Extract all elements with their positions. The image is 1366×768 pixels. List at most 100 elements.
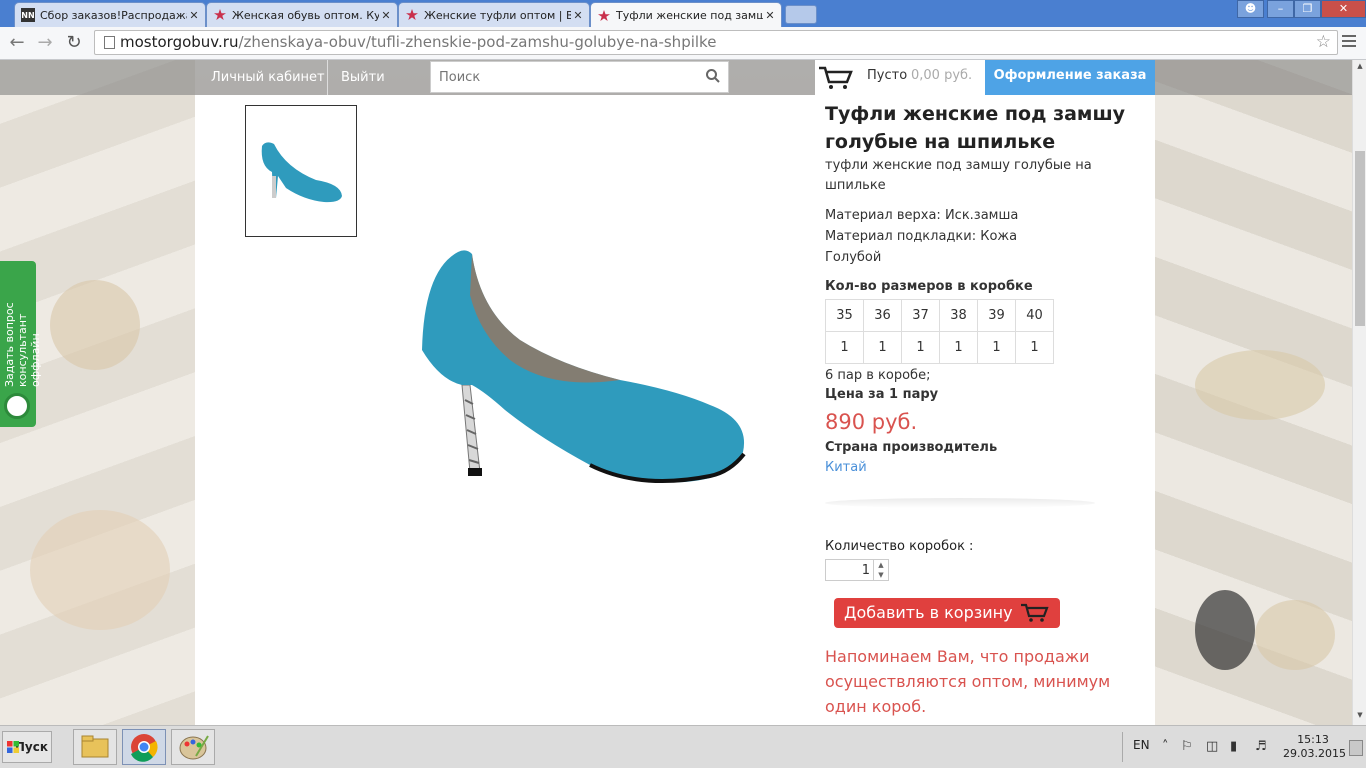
- cart-empty-label: Пусто: [867, 68, 908, 83]
- page-icon: [104, 36, 115, 49]
- spin-buttons[interactable]: ▲ ▼: [873, 560, 888, 580]
- device-icon[interactable]: ◫: [1206, 739, 1218, 754]
- product-color: Голубой: [825, 250, 882, 265]
- search-icon[interactable]: [706, 69, 720, 83]
- search-box: [430, 61, 729, 93]
- product-subtitle: туфли женские под замшу голубые на шпиль…: [825, 158, 1092, 193]
- browser-tab-strip: NN Сбор заказов!Распродажа дешево ✕ Женс…: [0, 0, 1366, 28]
- volume-icon[interactable]: ♬: [1255, 739, 1267, 754]
- background-photo-right: [1155, 60, 1352, 725]
- add-to-cart-label: Добавить в корзину: [844, 603, 1013, 622]
- size-cell: 37: [901, 299, 940, 332]
- scroll-up-icon[interactable]: ▲: [1353, 62, 1366, 74]
- url-text: mostorgobuv.ru/zhenskaya-obuv/tufli-zhen…: [120, 31, 716, 54]
- size-cell: 40: [1015, 299, 1054, 332]
- windows-logo-icon: [7, 741, 19, 753]
- checkout-button[interactable]: Оформление заказа: [985, 60, 1155, 95]
- new-tab-button[interactable]: [785, 5, 817, 24]
- close-tab-icon[interactable]: ✕: [763, 9, 777, 22]
- start-button[interactable]: Пуск: [2, 731, 52, 763]
- pairs-per-box: 6 пар в коробе;: [825, 368, 931, 383]
- windows-taskbar: Пуск EN ˄ ⚐ ◫ ▮ ♬ 15:13 29.03.2015: [0, 725, 1366, 768]
- logout-link[interactable]: Выйти: [341, 60, 385, 95]
- chrome-icon: [131, 734, 158, 762]
- cart-icon: [819, 66, 853, 89]
- chat-icon: [4, 393, 30, 419]
- cart-icon: [1021, 603, 1049, 622]
- add-to-cart-button[interactable]: Добавить в корзину: [834, 598, 1060, 628]
- tab-title: Сбор заказов!Распродажа дешево: [40, 8, 187, 22]
- wholesale-notice: Напоминаем Вам, что продажи осуществляют…: [825, 647, 1111, 716]
- count-cell: 1: [863, 331, 902, 364]
- count-cell: 1: [939, 331, 978, 364]
- divider-shadow: [825, 498, 1095, 508]
- star-icon: [597, 9, 611, 23]
- close-tab-icon[interactable]: ✕: [571, 9, 585, 22]
- back-arrow-icon[interactable]: ←: [6, 32, 28, 54]
- star-icon: [405, 8, 419, 22]
- tab-title: Туфли женские под замшу: [616, 9, 763, 22]
- language-indicator[interactable]: EN: [1133, 738, 1150, 752]
- close-window-icon[interactable]: ✕: [1321, 0, 1366, 18]
- site-nav: Личный кабинет Выйти: [195, 60, 815, 95]
- forward-arrow-icon[interactable]: →: [34, 32, 56, 54]
- clock-date: 29.03.2015: [1283, 747, 1346, 760]
- tab-tufli-active[interactable]: Туфли женские под замшу ✕: [590, 2, 782, 28]
- product-info: Туфли женские под замшу голубые на шпиль…: [825, 100, 1135, 479]
- menu-icon[interactable]: [1342, 35, 1356, 50]
- user-icon[interactable]: ☻: [1237, 0, 1264, 18]
- close-tab-icon[interactable]: ✕: [379, 9, 393, 22]
- system-clock[interactable]: 15:13 29.03.2015: [1283, 733, 1346, 761]
- explorer-taskbar-button[interactable]: [73, 729, 117, 765]
- restore-icon[interactable]: ❐: [1294, 0, 1321, 18]
- page-viewport: Личный кабинет Выйти Пусто 0,00 руб. Офо…: [0, 60, 1352, 725]
- count-cell: 1: [1015, 331, 1054, 364]
- scroll-down-icon[interactable]: ▼: [1353, 711, 1366, 723]
- price-label: Цена за 1 пару: [825, 387, 939, 402]
- country-label: Страна производитель: [825, 440, 998, 455]
- search-input[interactable]: [437, 69, 701, 86]
- count-cell: 1: [901, 331, 940, 364]
- sizes-header: Кол-во размеров в коробке: [825, 279, 1033, 294]
- chrome-taskbar-button[interactable]: [122, 729, 166, 765]
- clock-time: 15:13: [1297, 733, 1329, 746]
- url-path: /zhenskaya-obuv/tufli-zhenskie-pod-zamsh…: [238, 33, 717, 51]
- browser-toolbar: ← → ↻ mostorgobuv.ru/zhenskaya-obuv/tufl…: [0, 27, 1366, 60]
- start-label: Пуск: [14, 740, 48, 754]
- close-tab-icon[interactable]: ✕: [187, 9, 201, 22]
- show-desktop-button[interactable]: [1349, 740, 1363, 756]
- scrollbar-thumb[interactable]: [1355, 151, 1365, 326]
- bookmark-star-icon[interactable]: ☆: [1316, 31, 1331, 54]
- tab-title: Женская обувь оптом. Купить: [232, 8, 379, 22]
- material-lining: Материал подкладки: Кожа: [825, 229, 1018, 244]
- product-thumbnail[interactable]: [245, 105, 357, 237]
- product-title: Туфли женские под замшу голубые на шпиль…: [825, 103, 1126, 153]
- address-bar[interactable]: mostorgobuv.ru/zhenskaya-obuv/tufli-zhen…: [94, 30, 1338, 55]
- tab-zhenskie-tufli[interactable]: Женские туфли оптом | Ве ✕: [398, 2, 590, 27]
- tab-sbor-zakazov[interactable]: NN Сбор заказов!Распродажа дешево ✕: [14, 2, 206, 27]
- quantity-stepper: ▲▼: [825, 559, 889, 581]
- account-link[interactable]: Личный кабинет: [211, 60, 325, 95]
- flag-icon[interactable]: ⚐: [1181, 739, 1193, 754]
- tab-zhenskaya-obuv[interactable]: Женская обувь оптом. Купить ✕: [206, 2, 398, 27]
- size-cell: 39: [977, 299, 1016, 332]
- country-link[interactable]: Китай: [825, 457, 1135, 479]
- tab-title: Женские туфли оптом | Ве: [424, 8, 571, 22]
- url-domain: mostorgobuv.ru: [120, 33, 239, 51]
- paint-taskbar-button[interactable]: [171, 729, 215, 765]
- paint-icon: [179, 735, 209, 760]
- tray-expand-icon[interactable]: ˄: [1162, 739, 1169, 754]
- quantity-input[interactable]: [826, 562, 872, 579]
- ask-question-widget[interactable]: Задать вопрос консультант оффлайн: [0, 261, 42, 427]
- sizes-table: 35 36 37 38 39 40 1 1 1 1 1 1: [825, 299, 1054, 364]
- minimize-icon[interactable]: –: [1267, 0, 1294, 18]
- signal-icon[interactable]: ▮: [1230, 739, 1237, 754]
- shoe-heel: [461, 384, 481, 473]
- material-top: Материал верха: Иск.замша: [825, 208, 1019, 223]
- vertical-scrollbar[interactable]: ▲ ▼: [1352, 60, 1366, 725]
- mini-cart[interactable]: Пусто 0,00 руб.: [815, 60, 985, 95]
- reload-icon[interactable]: ↻: [63, 32, 85, 54]
- folder-icon: [81, 735, 109, 758]
- product-main-image[interactable]: [410, 240, 755, 505]
- cart-sum: 0,00 руб.: [911, 68, 973, 83]
